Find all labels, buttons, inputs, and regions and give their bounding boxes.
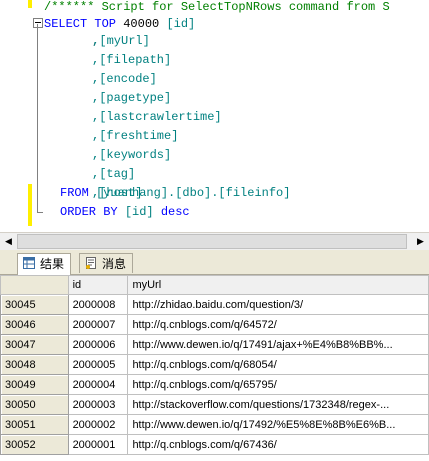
grid-icon bbox=[23, 257, 35, 269]
outline-line-end bbox=[37, 212, 43, 213]
row-number[interactable]: 30051 bbox=[0, 414, 69, 435]
code-line-column: ,[pagetype] bbox=[92, 91, 172, 105]
tab-messages-label: 消息 bbox=[102, 257, 127, 271]
number-literal: 40000 bbox=[116, 17, 167, 31]
cell-url[interactable]: http://zhidao.baidu.com/question/3/ bbox=[127, 294, 429, 315]
row-number[interactable]: 30046 bbox=[0, 314, 69, 335]
tab-messages[interactable]: 消息 bbox=[79, 253, 134, 273]
table-row[interactable]: 30045 2000008 http://zhidao.baidu.com/qu… bbox=[0, 294, 429, 315]
code-line-column: ,[keywords] bbox=[92, 148, 172, 162]
table-row[interactable]: 30049 2000004 http://q.cnblogs.com/q/657… bbox=[0, 374, 429, 395]
cell-id[interactable]: 2000008 bbox=[67, 294, 129, 315]
editor-gutter bbox=[0, 0, 28, 232]
change-indicator bbox=[28, 0, 32, 8]
column-header-myurl[interactable]: myUrl bbox=[127, 275, 429, 295]
tab-results[interactable]: 结果 bbox=[17, 253, 72, 275]
cell-id[interactable]: 2000007 bbox=[67, 314, 129, 335]
row-number[interactable]: 30052 bbox=[0, 434, 69, 455]
code-line-column: ,[encode] bbox=[92, 72, 157, 86]
row-number[interactable]: 30049 bbox=[0, 374, 69, 395]
row-number[interactable]: 30048 bbox=[0, 354, 69, 375]
cell-url[interactable]: http://q.cnblogs.com/q/68054/ bbox=[127, 354, 429, 375]
table-row[interactable]: 30051 2000002 http://www.dewen.io/q/1749… bbox=[0, 414, 429, 435]
column-header-id[interactable]: id bbox=[67, 275, 129, 295]
horizontal-scrollbar[interactable]: ◀ ▶ bbox=[0, 232, 429, 250]
code-line-from: FROM [yuanhang].[dbo].[fileinfo] bbox=[60, 186, 291, 200]
cell-url[interactable]: http://q.cnblogs.com/q/64572/ bbox=[127, 314, 429, 335]
results-tabbar: 结果 消息 bbox=[0, 250, 429, 275]
row-number[interactable]: 30047 bbox=[0, 334, 69, 355]
scroll-left-icon[interactable]: ◀ bbox=[0, 233, 17, 250]
cell-url[interactable]: http://q.cnblogs.com/q/65795/ bbox=[127, 374, 429, 395]
collapse-icon[interactable] bbox=[33, 18, 43, 28]
outline-line bbox=[37, 24, 38, 212]
cell-url[interactable]: http://www.dewen.io/q/17492/%E5%8E%8B%E6… bbox=[127, 414, 429, 435]
table-row[interactable]: 30050 2000003 http://stackoverflow.com/q… bbox=[0, 394, 429, 415]
cell-id[interactable]: 2000001 bbox=[67, 434, 129, 455]
change-indicator bbox=[28, 184, 32, 226]
cell-id[interactable]: 2000005 bbox=[67, 354, 129, 375]
messages-icon bbox=[86, 257, 96, 269]
results-grid[interactable]: id myUrl 30045 2000008 http://zhidao.bai… bbox=[0, 275, 429, 461]
cell-id[interactable]: 2000003 bbox=[67, 394, 129, 415]
sql-editor[interactable]: /****** Script for SelectTopNRows comman… bbox=[0, 0, 429, 232]
code-line-order: ORDER BY [id] desc bbox=[60, 205, 190, 219]
code-line-column: ,[freshtime] bbox=[92, 129, 179, 143]
cell-url[interactable]: http://stackoverflow.com/questions/17323… bbox=[127, 394, 429, 415]
cell-url[interactable]: http://q.cnblogs.com/q/67436/ bbox=[127, 434, 429, 455]
code-line-column: ,[tag] bbox=[92, 167, 136, 181]
scroll-right-icon[interactable]: ▶ bbox=[412, 233, 429, 250]
keyword: SELECT TOP bbox=[44, 17, 117, 31]
cell-id[interactable]: 2000002 bbox=[67, 414, 129, 435]
table-row[interactable]: 30052 2000001 http://q.cnblogs.com/q/674… bbox=[0, 434, 429, 455]
scrollbar-thumb[interactable] bbox=[17, 234, 407, 249]
cell-url[interactable]: http://www.dewen.io/q/17491/ajax+%E4%B8%… bbox=[127, 334, 429, 355]
code-line-column: ,[filepath] bbox=[92, 53, 172, 67]
results-table: id myUrl 30045 2000008 http://zhidao.bai… bbox=[0, 275, 429, 455]
identifier: [id] bbox=[166, 17, 196, 31]
row-number[interactable]: 30045 bbox=[0, 294, 69, 315]
cell-id[interactable]: 2000006 bbox=[67, 334, 129, 355]
row-number[interactable]: 30050 bbox=[0, 394, 69, 415]
code-line-column: ,[lastcrawlertime] bbox=[92, 110, 222, 124]
grid-corner[interactable] bbox=[0, 275, 69, 295]
code-line-column: ,,[myUrl] bbox=[92, 34, 150, 48]
header-row: id myUrl bbox=[0, 275, 429, 295]
table-row[interactable]: 30046 2000007 http://q.cnblogs.com/q/645… bbox=[0, 314, 429, 335]
table-row[interactable]: 30047 2000006 http://www.dewen.io/q/1749… bbox=[0, 334, 429, 355]
tab-results-label: 结果 bbox=[40, 257, 65, 271]
table-row[interactable]: 30048 2000005 http://q.cnblogs.com/q/680… bbox=[0, 354, 429, 375]
cell-id[interactable]: 2000004 bbox=[67, 374, 129, 395]
